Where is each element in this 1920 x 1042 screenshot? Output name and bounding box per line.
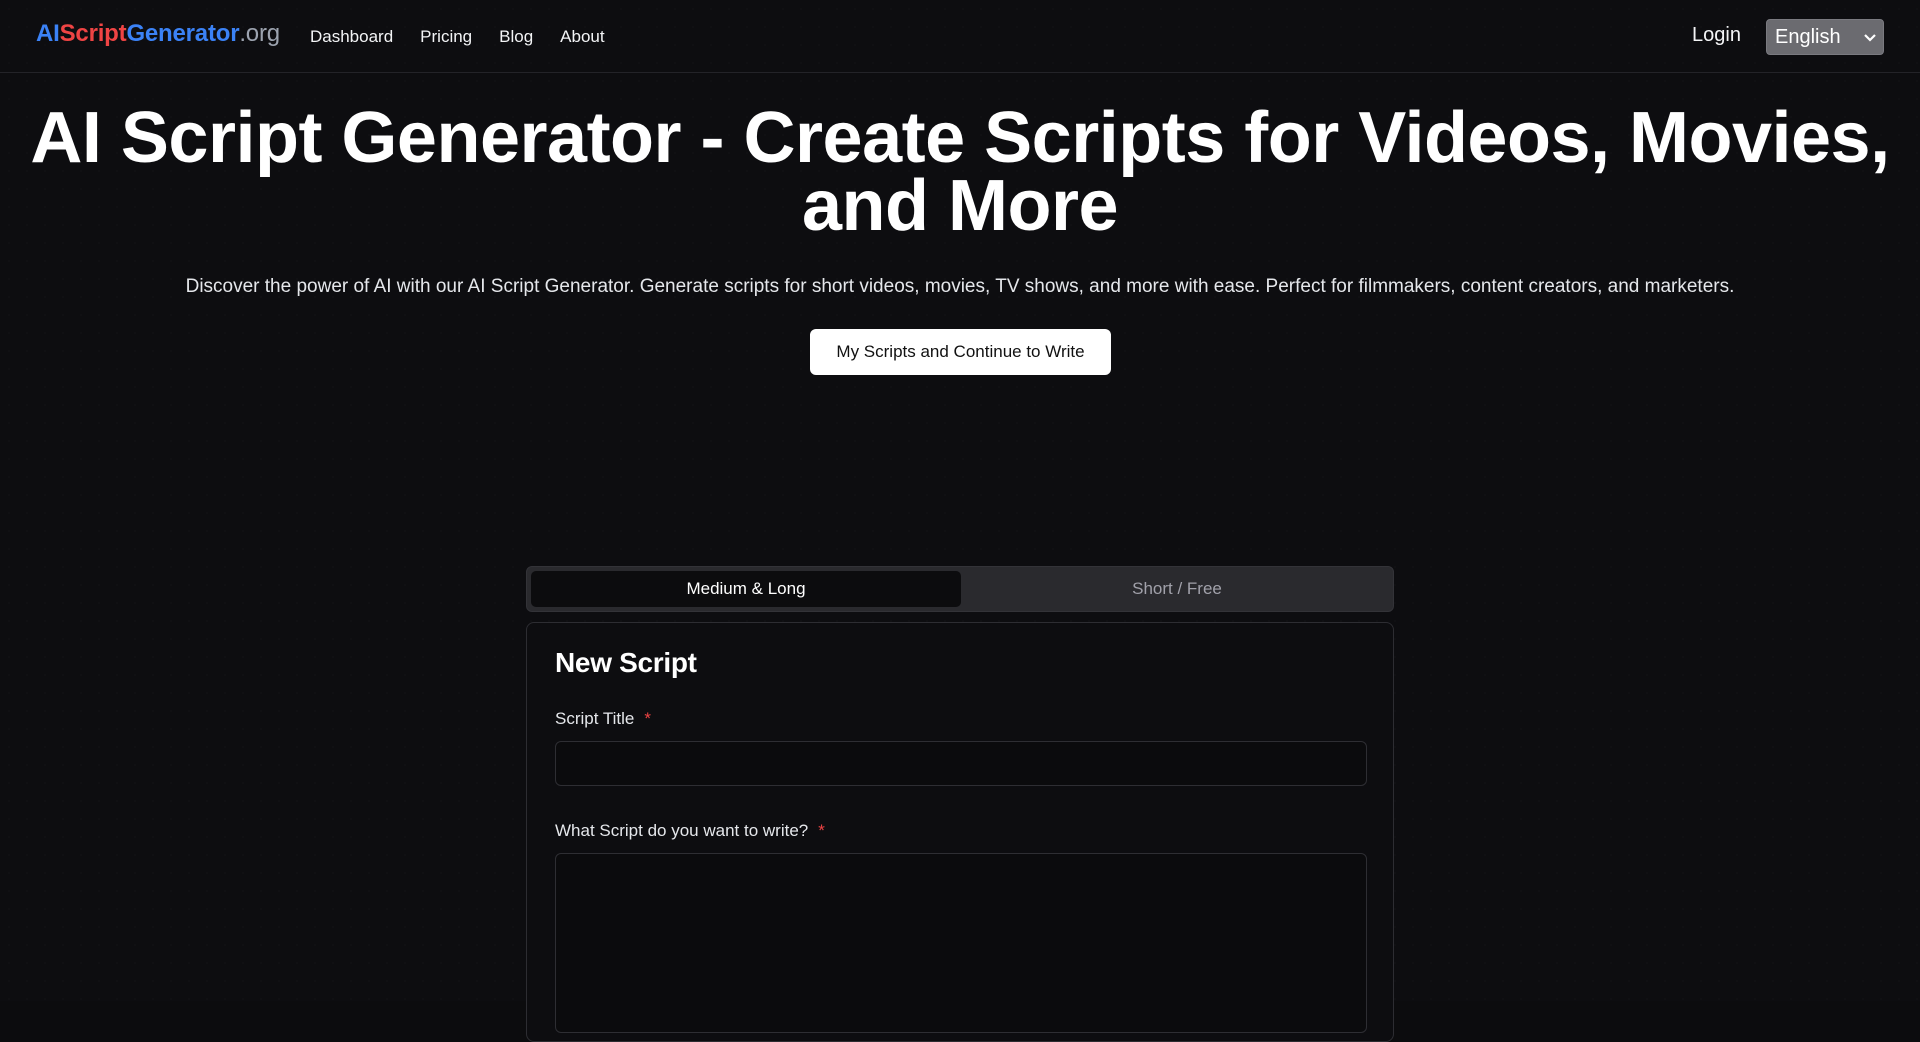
nav-dashboard[interactable]: Dashboard — [310, 27, 393, 47]
script-prompt-textarea[interactable] — [555, 853, 1367, 1033]
nav-pricing[interactable]: Pricing — [420, 27, 472, 47]
site-logo[interactable]: AI Script Generator .org — [36, 20, 280, 48]
page-title: AI Script Generator - Create Scripts for… — [0, 102, 1920, 242]
login-link[interactable]: Login — [1692, 24, 1741, 47]
my-scripts-button[interactable]: My Scripts and Continue to Write — [810, 329, 1111, 375]
chevron-down-icon — [1864, 34, 1876, 42]
nav-about[interactable]: About — [560, 27, 604, 47]
form-title: New Script — [555, 647, 697, 678]
tab-medium-long[interactable]: Medium & Long — [531, 571, 961, 607]
tab-short-free[interactable]: Short / Free — [963, 571, 1391, 607]
logo-part-generator: Generator — [126, 20, 240, 47]
script-title-input[interactable] — [555, 741, 1367, 786]
script-length-tabs: Medium & Long Short / Free — [526, 566, 1394, 612]
script-prompt-label-text: What Script do you want to write? — [555, 821, 809, 840]
language-selected-value: English — [1775, 25, 1841, 48]
nav-blog[interactable]: Blog — [499, 27, 533, 47]
page-title-line-2: and More — [801, 166, 1119, 246]
script-title-label-text: Script Title — [555, 709, 635, 728]
script-prompt-label: What Script do you want to write? * — [555, 821, 825, 841]
language-select[interactable]: English — [1766, 19, 1884, 55]
new-script-form: New Script Script Title * What Script do … — [526, 622, 1394, 1042]
required-marker: * — [644, 709, 651, 728]
page-subtitle: Discover the power of AI with our AI Scr… — [185, 276, 1735, 297]
main-nav: Dashboard Pricing Blog About — [310, 0, 632, 73]
logo-part-ai: AI — [36, 20, 60, 47]
top-navigation-bar: AI Script Generator .org Dashboard Prici… — [0, 0, 1920, 73]
logo-part-domain: .org — [239, 20, 280, 47]
logo-part-script: Script — [59, 20, 127, 47]
required-marker: * — [818, 821, 825, 840]
script-title-label: Script Title * — [555, 709, 651, 729]
